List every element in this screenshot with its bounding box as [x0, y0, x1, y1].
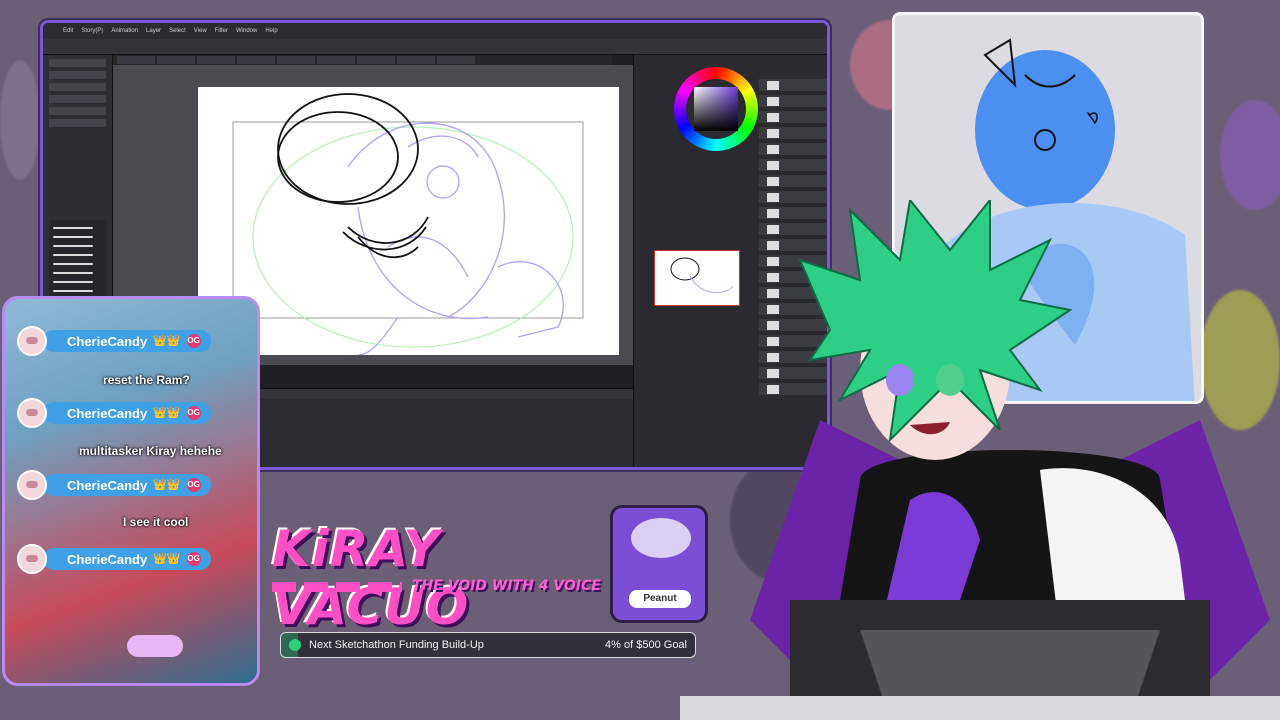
artboard[interactable]	[198, 87, 619, 356]
goal-progress-fill	[281, 633, 298, 657]
layer-item[interactable]	[759, 175, 827, 187]
color-picker-square[interactable]	[694, 87, 738, 131]
navigator-thumbnail[interactable]	[654, 250, 740, 306]
chat-text: reset the Ram?	[103, 373, 190, 387]
desk-surface	[680, 696, 1280, 720]
crown-badge-icon: 👑👑	[153, 335, 181, 347]
sketch-drawing	[232, 93, 584, 356]
menu-filter[interactable]: Filter	[215, 28, 228, 34]
mascot-plate: Peanut	[629, 590, 691, 608]
chat-username-pill: CherieCandy 👑👑 OG	[43, 474, 211, 496]
property-row[interactable]	[49, 59, 106, 67]
tab[interactable]	[357, 56, 395, 64]
logo-subtitle: THE VOID WITH 4 VOICE	[412, 578, 601, 594]
app-menubar: Edit Story(P) Animation Layer Select Vie…	[43, 23, 827, 39]
chat-overlay: CherieCandy 👑👑 OG reset the Ram? CherieC…	[2, 296, 260, 686]
chat-message: CherieCandy 👑👑 OG	[17, 544, 211, 574]
tab[interactable]	[117, 56, 155, 64]
chat-username-pill: CherieCandy 👑👑 OG	[43, 548, 211, 570]
chat-avatar	[17, 544, 47, 574]
chat-username-pill: CherieCandy 👑👑 OG	[43, 330, 211, 352]
color-wheel[interactable]	[674, 67, 758, 151]
chat-text: multitasker Kiray hehehe	[79, 444, 222, 458]
property-row[interactable]	[49, 83, 106, 91]
property-row[interactable]	[49, 71, 106, 79]
menu-window[interactable]: Window	[236, 28, 257, 34]
navigator-sketch	[670, 257, 734, 294]
property-row[interactable]	[49, 95, 106, 103]
crown-badge-icon: 👑👑	[153, 407, 181, 419]
og-badge: OG	[186, 552, 201, 566]
chat-username: CherieCandy	[67, 405, 148, 421]
timeline-ruler[interactable]	[243, 389, 633, 399]
layer-item[interactable]	[759, 159, 827, 171]
menu-animation[interactable]: Animation	[111, 28, 138, 34]
crown-badge-icon: 👑👑	[153, 553, 181, 565]
layer-item[interactable]	[759, 79, 827, 91]
og-badge: OG	[186, 478, 201, 492]
chat-avatar	[17, 470, 47, 500]
property-row[interactable]	[49, 119, 106, 127]
tab[interactable]	[437, 56, 475, 64]
channel-logo: KiRAY VACUO THE VOID WITH 4 VOICE	[272, 520, 602, 636]
document-tabs[interactable]	[113, 55, 612, 65]
tab[interactable]	[277, 56, 315, 64]
funding-goal-bar: Next Sketchathon Funding Build-Up 4% of …	[280, 632, 696, 658]
timeline-panel[interactable]	[243, 388, 633, 467]
menu-layer[interactable]: Layer	[146, 28, 161, 34]
chat-avatar	[17, 398, 47, 428]
tab[interactable]	[197, 56, 235, 64]
mascot-car-sticker: Peanut	[610, 505, 708, 623]
menu-help[interactable]: Help	[265, 28, 277, 34]
chat-avatar	[17, 326, 47, 356]
chat-username: CherieCandy	[67, 477, 148, 493]
chat-message: CherieCandy 👑👑 OG	[17, 398, 211, 428]
og-badge: OG	[186, 334, 201, 348]
menu-story[interactable]: Story(P)	[81, 28, 103, 34]
chat-username: CherieCandy	[67, 551, 148, 567]
mascot-face	[631, 518, 691, 558]
chat-message: CherieCandy 👑👑 OG	[17, 326, 211, 356]
chat-username-pill: CherieCandy 👑👑 OG	[43, 402, 211, 424]
layer-item[interactable]	[759, 127, 827, 139]
tab[interactable]	[237, 56, 275, 64]
tab[interactable]	[317, 56, 355, 64]
menu-select[interactable]: Select	[169, 28, 186, 34]
bg-sticker	[1220, 100, 1280, 210]
chat-message: CherieCandy 👑👑 OG	[17, 470, 211, 500]
chat-username: CherieCandy	[67, 333, 148, 349]
chat-bottom-pill	[127, 635, 183, 657]
menu-edit[interactable]: Edit	[63, 28, 73, 34]
tab[interactable]	[157, 56, 195, 64]
goal-amount: 4% of $500 Goal	[605, 639, 687, 651]
property-row[interactable]	[49, 107, 106, 115]
avatar-illustration	[750, 197, 1270, 720]
layer-item[interactable]	[759, 143, 827, 155]
layer-item[interactable]	[759, 111, 827, 123]
crown-badge-icon: 👑👑	[153, 479, 181, 491]
menu-view[interactable]: View	[194, 28, 207, 34]
chat-text: I see it cool	[123, 515, 189, 529]
vtuber-avatar	[740, 197, 1280, 720]
logo-speed-bars	[272, 582, 402, 592]
goal-title: Next Sketchathon Funding Build-Up	[309, 638, 484, 651]
og-badge: OG	[186, 406, 201, 420]
app-toolbar[interactable]	[43, 39, 827, 55]
bg-sticker	[0, 60, 40, 180]
tab[interactable]	[397, 56, 435, 64]
layer-item[interactable]	[759, 95, 827, 107]
